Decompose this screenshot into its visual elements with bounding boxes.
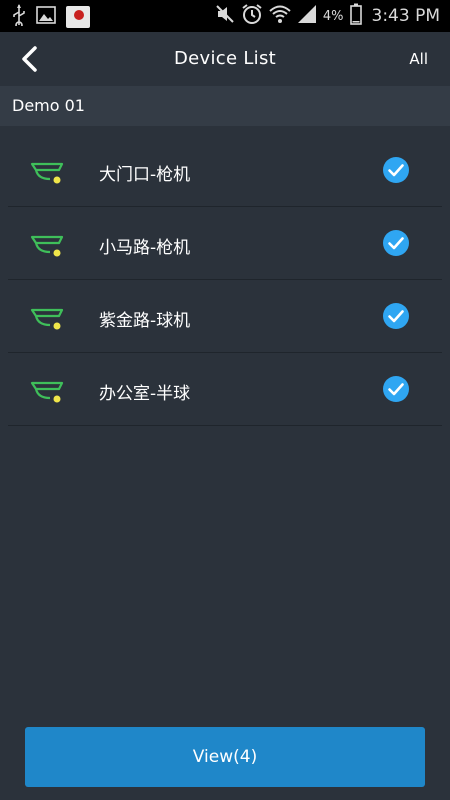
device-row[interactable]: 小马路-枪机 xyxy=(8,207,442,280)
battery-icon xyxy=(349,3,362,29)
check-circle-icon[interactable] xyxy=(382,302,410,330)
device-name: 办公室-半球 xyxy=(99,384,191,404)
device-list: 大门口-枪机 小马路-枪机 紫金路-球机 办公室-半球 xyxy=(0,134,450,426)
mute-icon xyxy=(215,4,235,28)
camera-icon xyxy=(30,162,64,184)
page-title: Device List xyxy=(173,48,277,69)
group-header[interactable]: Demo 01 xyxy=(0,86,450,126)
signal-icon xyxy=(297,4,317,28)
image-icon xyxy=(36,6,56,28)
usb-icon xyxy=(12,4,26,30)
device-row[interactable]: 紫金路-球机 xyxy=(8,280,442,353)
wifi-icon xyxy=(269,4,291,28)
group-name: Demo 01 xyxy=(12,96,85,115)
app-notification-icon xyxy=(66,6,90,28)
check-circle-icon[interactable] xyxy=(382,156,410,184)
device-row[interactable]: 大门口-枪机 xyxy=(8,134,442,207)
battery-percent: 4% xyxy=(322,8,344,24)
camera-icon xyxy=(30,235,64,257)
device-name: 紫金路-球机 xyxy=(99,311,191,331)
check-circle-icon[interactable] xyxy=(382,229,410,257)
alarm-icon xyxy=(241,3,263,29)
device-name: 大门口-枪机 xyxy=(99,165,191,185)
camera-icon xyxy=(30,308,64,330)
clock: 3:43 PM xyxy=(371,6,441,26)
device-row[interactable]: 办公室-半球 xyxy=(8,353,442,426)
view-button[interactable]: View(4) xyxy=(25,727,425,787)
select-all-button[interactable]: All xyxy=(409,50,428,68)
app-header: Device List All xyxy=(0,32,450,86)
camera-icon xyxy=(30,381,64,403)
device-name: 小马路-枪机 xyxy=(99,238,191,258)
check-circle-icon[interactable] xyxy=(382,375,410,403)
status-bar: 4% 3:43 PM xyxy=(0,0,450,32)
